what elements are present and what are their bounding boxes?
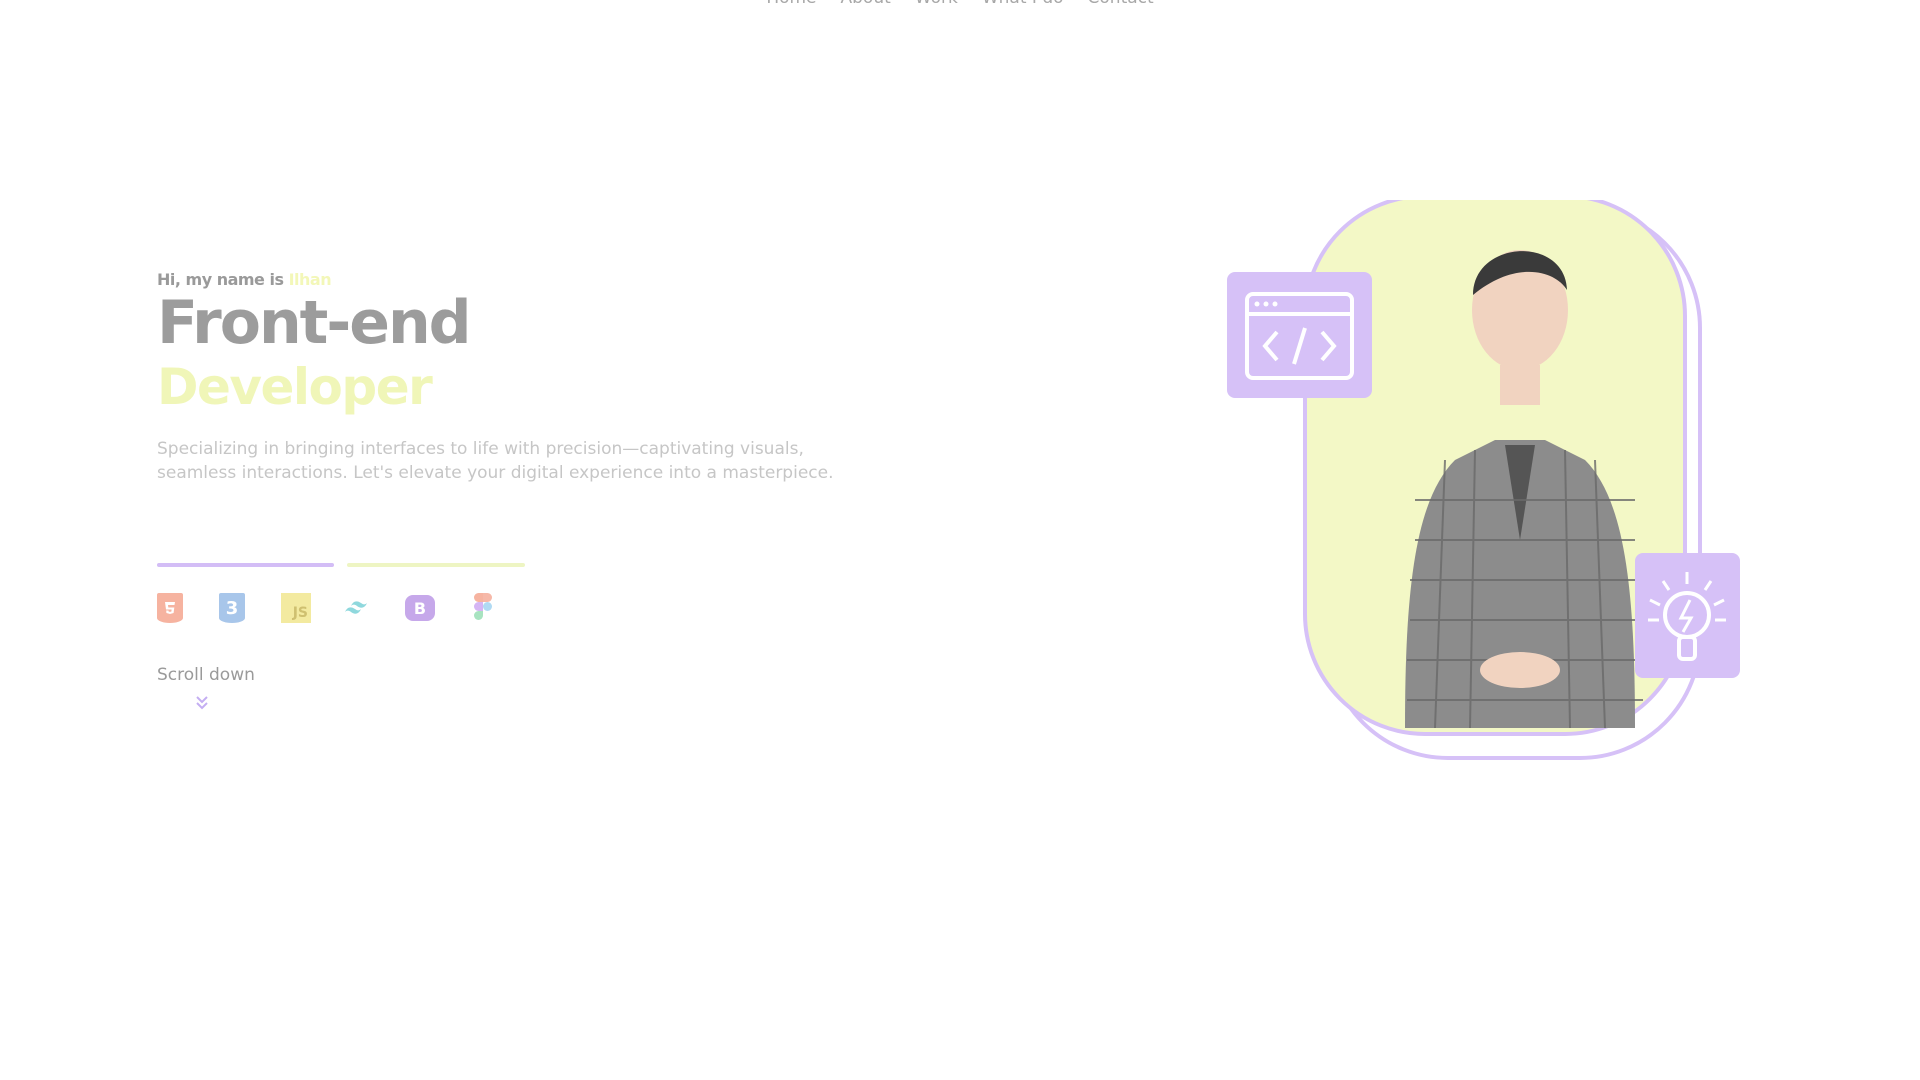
- progress-bar-purple: [157, 563, 334, 567]
- tech-item-html5: [157, 592, 219, 624]
- hero-portrait: [1215, 194, 1740, 765]
- greeting-name: Ilhan: [288, 270, 332, 289]
- double-chevron-down-icon[interactable]: [195, 695, 209, 714]
- nav-what-i-do[interactable]: What I do: [982, 0, 1064, 8]
- nav-work[interactable]: Work: [915, 0, 958, 8]
- hero-title-wrap: Front-end: [157, 291, 877, 355]
- tech-stack-row: 3 JS B: [157, 592, 529, 624]
- tech-item-bootstrap: B: [405, 592, 467, 624]
- css3-icon: 3: [219, 593, 245, 623]
- html5-icon: [157, 593, 183, 623]
- tech-item-css3: 3: [219, 592, 281, 624]
- tech-item-javascript: JS: [281, 592, 343, 624]
- bootstrap-icon: B: [405, 595, 435, 621]
- code-window-icon: [1227, 272, 1372, 398]
- scroll-down-label[interactable]: Scroll down: [157, 665, 255, 685]
- hero-title: Front-end: [157, 288, 472, 358]
- javascript-icon: JS: [281, 593, 311, 623]
- nav-home[interactable]: Home: [766, 0, 816, 8]
- top-nav: Home About Work What I do Contact: [0, 0, 1920, 8]
- hero-intro: Hi, my name is Ilhan Front-end Developer…: [157, 270, 877, 485]
- nav-contact[interactable]: Contact: [1088, 0, 1154, 8]
- hero-subtitle: Developer: [157, 358, 433, 416]
- tech-item-tailwind: [343, 592, 405, 624]
- hero-description: Specializing in bringing interfaces to l…: [157, 439, 834, 483]
- greeting: Hi, my name is Ilhan: [157, 270, 877, 289]
- greeting-prefix: Hi, my name is: [157, 270, 284, 289]
- progress-bar-lime: [347, 563, 525, 567]
- nav-about[interactable]: About: [841, 0, 891, 8]
- tech-progress-bars: [157, 563, 525, 567]
- lightbulb-icon: [1635, 553, 1740, 678]
- tech-item-figma: [467, 592, 529, 624]
- tailwind-icon: [345, 601, 367, 614]
- figma-icon: [474, 593, 494, 623]
